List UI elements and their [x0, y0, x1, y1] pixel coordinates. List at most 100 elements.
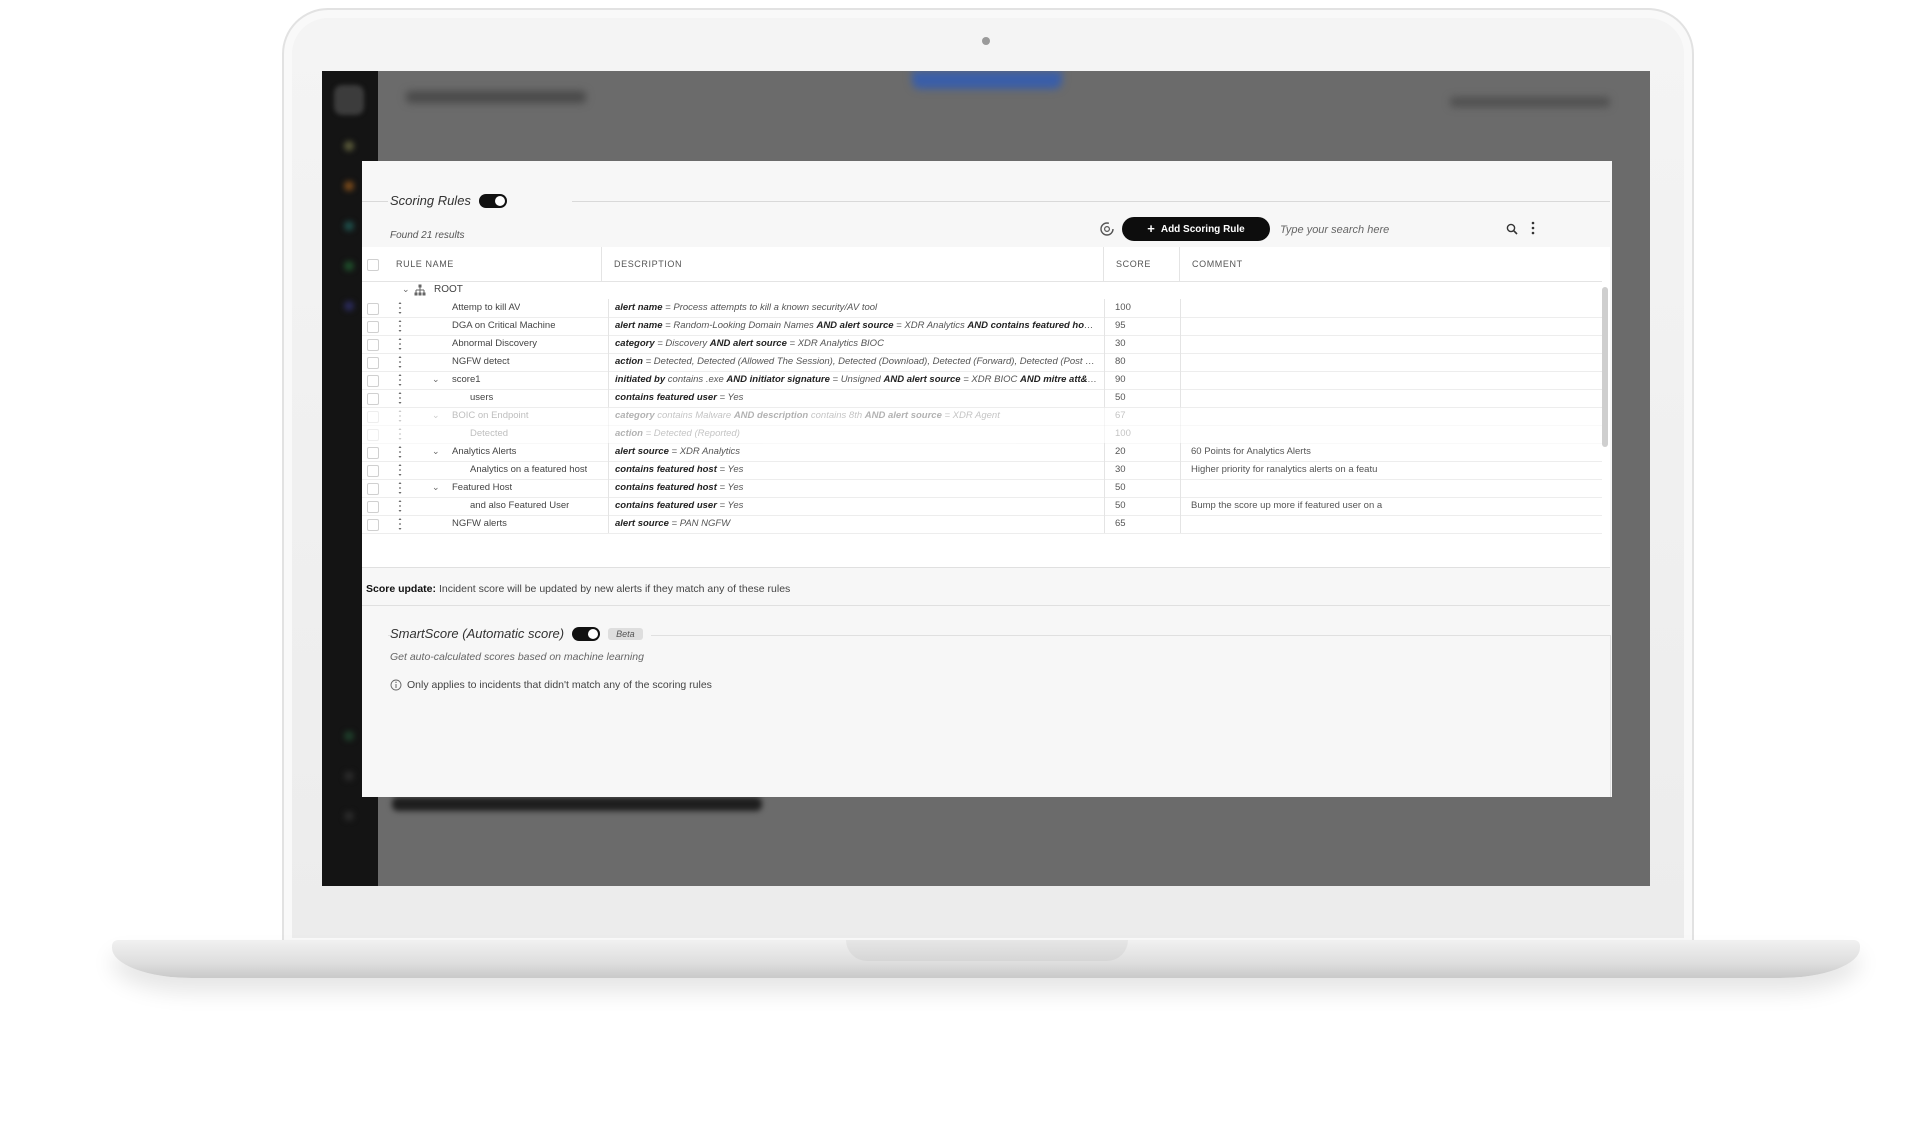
smartscore-toggle[interactable] — [572, 626, 601, 641]
chevron-down-icon[interactable]: ⌄ — [432, 446, 440, 457]
background-nav-dot — [344, 771, 354, 781]
rule-description: category = Discovery AND alert source = … — [608, 335, 1098, 353]
drag-handle-icon[interactable] — [398, 355, 402, 369]
root-row[interactable]: ⌄ ROOT — [362, 281, 1602, 299]
row-checkbox[interactable] — [367, 321, 379, 333]
rule-name: Featured Host — [452, 482, 513, 493]
info-icon — [390, 679, 402, 691]
rule-description: contains featured host = Yes — [608, 461, 1098, 479]
background-nav-dot — [344, 811, 354, 821]
vertical-scrollbar[interactable] — [1602, 287, 1608, 447]
rule-description: contains featured user = Yes — [608, 497, 1098, 515]
add-scoring-rule-button[interactable]: + Add Scoring Rule — [1122, 217, 1270, 241]
rule-name: score1 — [452, 374, 481, 385]
row-checkbox[interactable] — [367, 465, 379, 477]
row-checkbox[interactable] — [367, 375, 379, 387]
row-checkbox[interactable] — [367, 483, 379, 495]
table-row[interactable]: Detected action = Detected (Reported) 100 — [362, 425, 1602, 444]
rule-score: 80 — [1104, 353, 1174, 371]
row-checkbox[interactable] — [367, 357, 379, 369]
drag-handle-icon[interactable] — [398, 301, 402, 315]
chevron-down-icon[interactable]: ⌄ — [432, 374, 440, 385]
table-row[interactable]: Attemp to kill AV alert name = Process at… — [362, 299, 1602, 318]
row-checkbox[interactable] — [367, 447, 379, 459]
rule-name: Abnormal Discovery — [452, 338, 537, 349]
table-row[interactable]: ⌄ BOIC on Endpoint category contains Malwa… — [362, 407, 1602, 426]
rule-name: Analytics on a featured host — [470, 464, 588, 475]
column-header-rule-name[interactable]: RULE NAME — [384, 247, 602, 281]
rule-comment — [1180, 389, 1596, 407]
scoring-panel: Scoring Rules Found 21 results + Add Sco… — [362, 161, 1612, 797]
rule-name: and also Featured User — [470, 500, 570, 511]
rule-score: 67 — [1104, 407, 1174, 425]
rule-comment — [1180, 371, 1596, 389]
drag-handle-icon[interactable] — [398, 481, 402, 495]
laptop-screen: Scoring Rules Found 21 results + Add Sco… — [322, 71, 1650, 886]
column-header-comment[interactable]: COMMENT — [1180, 247, 1602, 281]
rule-name: DGA on Critical Machine — [452, 320, 556, 331]
drag-handle-icon[interactable] — [398, 427, 402, 441]
background-header-right — [1450, 97, 1610, 107]
drag-handle-icon[interactable] — [398, 391, 402, 405]
results-count: Found 21 results — [390, 230, 465, 241]
table-row[interactable]: Abnormal Discovery category = Discovery A… — [362, 335, 1602, 354]
search-icon[interactable] — [1506, 223, 1518, 235]
rule-comment — [1180, 515, 1596, 533]
chevron-down-icon[interactable]: ⌄ — [432, 410, 440, 421]
rule-comment: Bump the score up more if featured user … — [1180, 497, 1596, 515]
drag-handle-icon[interactable] — [398, 319, 402, 333]
rule-name: Analytics Alerts — [452, 446, 517, 457]
more-options-icon[interactable] — [1530, 220, 1536, 236]
table-row[interactable]: users contains featured user = Yes 50 — [362, 389, 1602, 408]
drag-handle-icon[interactable] — [398, 409, 402, 423]
background-nav-dot — [344, 731, 354, 741]
drag-handle-icon[interactable] — [398, 373, 402, 387]
table-row[interactable]: and also Featured User contains featured … — [362, 497, 1602, 516]
scoring-rules-title: Scoring Rules — [390, 193, 471, 208]
chevron-down-icon[interactable]: ⌄ — [432, 482, 440, 493]
score-update-text: Incident score will be updated by new al… — [438, 583, 791, 595]
rule-comment: Higher priority for ranalytics alerts on… — [1180, 461, 1596, 479]
drag-handle-icon[interactable] — [398, 463, 402, 477]
row-checkbox[interactable] — [367, 411, 379, 423]
table-row[interactable]: ⌄ Analytics Alerts alert source = XDR Anal… — [362, 443, 1602, 462]
row-checkbox[interactable] — [367, 339, 379, 351]
row-checkbox[interactable] — [367, 429, 379, 441]
column-header-score[interactable]: SCORE — [1104, 247, 1180, 281]
section-divider — [362, 201, 388, 202]
table-row[interactable]: NGFW detect action = Detected, Detected (… — [362, 353, 1602, 372]
rule-comment — [1180, 353, 1596, 371]
rule-score: 90 — [1104, 371, 1174, 389]
refresh-icon[interactable] — [1097, 219, 1117, 239]
table-row[interactable]: ⌄ score1 initiated by contains .exe AND in… — [362, 371, 1602, 390]
table-row[interactable]: NGFW alerts alert source = PAN NGFW 65 — [362, 515, 1602, 534]
select-all-checkbox[interactable] — [367, 259, 379, 271]
row-checkbox[interactable] — [367, 303, 379, 315]
hierarchy-icon — [414, 284, 426, 296]
section-divider — [362, 635, 388, 636]
column-header-description[interactable]: DESCRIPTION — [602, 247, 1104, 281]
row-checkbox[interactable] — [367, 501, 379, 513]
background-nav-dot — [344, 301, 354, 311]
search-input[interactable] — [1278, 219, 1482, 241]
drag-handle-icon[interactable] — [398, 445, 402, 459]
table-row[interactable]: ⌄ Featured Host contains featured host = Y… — [362, 479, 1602, 498]
row-checkbox[interactable] — [367, 393, 379, 405]
table-row[interactable]: DGA on Critical Machine alert name = Rand… — [362, 317, 1602, 336]
root-label: ROOT — [434, 284, 463, 295]
drag-handle-icon[interactable] — [398, 517, 402, 531]
rule-comment — [1180, 299, 1596, 317]
chevron-down-icon[interactable]: ⌄ — [402, 284, 410, 295]
rule-description: alert source = XDR Analytics — [608, 443, 1098, 461]
background-title — [406, 91, 586, 103]
rule-description: action = Detected, Detected (Allowed The… — [608, 353, 1098, 371]
table-row[interactable]: Analytics on a featured host contains fea… — [362, 461, 1602, 480]
drag-handle-icon[interactable] — [398, 337, 402, 351]
rule-description: alert name = Random-Looking Domain Names… — [608, 317, 1098, 335]
scoring-rules-toggle[interactable] — [478, 193, 507, 208]
section-divider — [572, 201, 1610, 202]
drag-handle-icon[interactable] — [398, 499, 402, 513]
row-checkbox[interactable] — [367, 519, 379, 531]
rule-score: 50 — [1104, 389, 1174, 407]
rule-score: 20 — [1104, 443, 1174, 461]
